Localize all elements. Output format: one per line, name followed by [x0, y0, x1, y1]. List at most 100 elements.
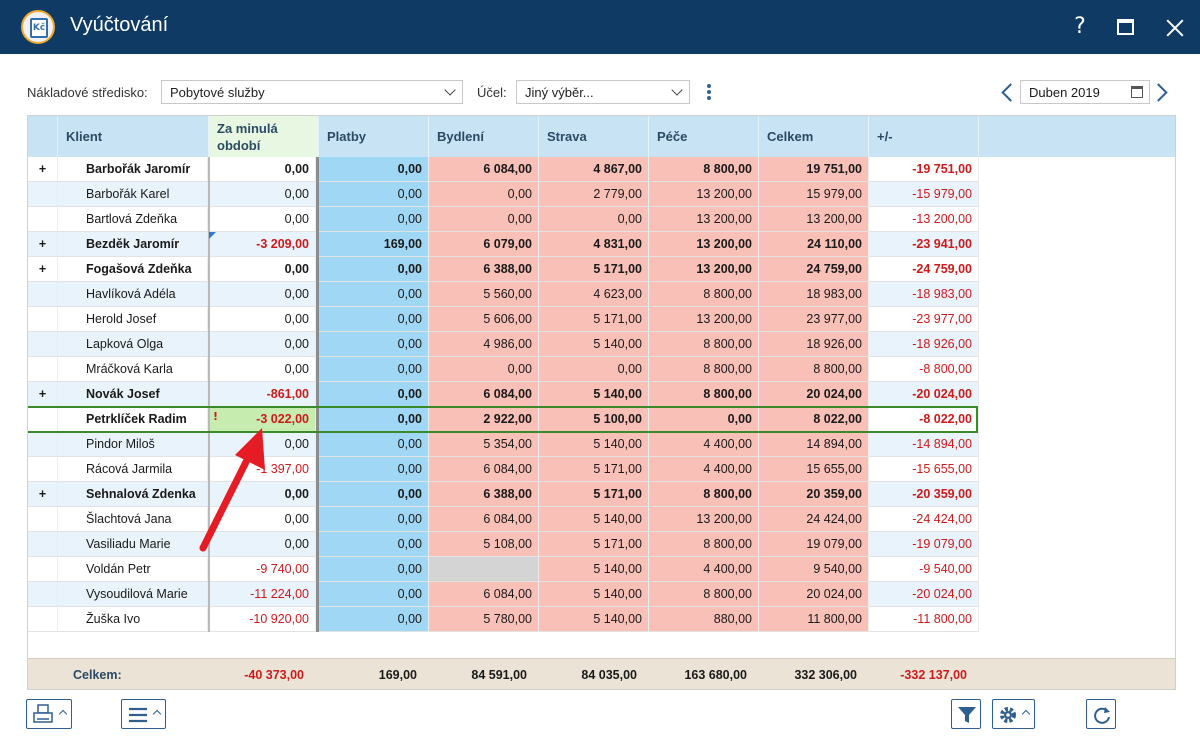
next-period-button[interactable] — [1152, 82, 1172, 102]
cost-center-select[interactable]: Pobytové služby — [161, 80, 463, 104]
cell-client-name: Petrklíček Radim — [58, 407, 208, 432]
header-filler — [979, 116, 1175, 157]
column-separator — [208, 157, 210, 632]
help-button[interactable]: ? — [1065, 12, 1095, 42]
refresh-button[interactable] — [1086, 699, 1116, 729]
column-header-total[interactable]: Celkem — [759, 116, 869, 157]
cell-care: 13 200,00 — [649, 182, 759, 207]
table-row[interactable]: + Fogašová Zdeňka 0,00 0,00 6 388,00 5 171,00… — [28, 257, 979, 282]
cost-center-value: Pobytové služby — [170, 85, 265, 100]
cell-total: 20 359,00 — [759, 482, 869, 507]
cell-client-name: Voldán Petr — [58, 557, 208, 582]
table-row[interactable]: Voldán Petr -9 740,00 0,00 5 140,00 4 400,00… — [28, 557, 979, 582]
period-field[interactable]: Duben 2019 — [1020, 80, 1150, 104]
cell-total: 15 979,00 — [759, 182, 869, 207]
table-row[interactable]: + Barbořák Jaromír 0,00 0,00 6 084,00 4 867,0… — [28, 157, 979, 182]
table-row[interactable]: Mráčková Karla 0,00 0,00 0,00 0,00 8 800,00 8 … — [28, 357, 979, 382]
table-row[interactable]: Žuška Ivo -10 920,00 0,00 5 780,00 5 140,00 8… — [28, 607, 979, 632]
cell-balance: -15 655,00 — [869, 457, 979, 482]
cell-balance: -19 079,00 — [869, 532, 979, 557]
table-row[interactable]: Šlachtová Jana 0,00 0,00 6 084,00 5 140,00 13… — [28, 507, 979, 532]
cell-previous: 0,00 — [209, 307, 316, 332]
totals-total: 332 306,00 — [794, 668, 857, 682]
table-row[interactable]: Rácová Jarmila -1 397,00 0,00 6 084,00 5 171… — [28, 457, 979, 482]
cell-housing: 5 108,00 — [429, 532, 539, 557]
cell-housing: 6 084,00 — [429, 382, 539, 407]
totals-food: 84 035,00 — [581, 668, 637, 682]
column-header-previous-periods[interactable]: Za minulá období — [209, 116, 319, 157]
cell-balance: -20 024,00 — [869, 382, 979, 407]
close-button[interactable] — [1160, 12, 1190, 42]
cell-client-name: Bartlová Zdeňka — [58, 207, 208, 232]
column-header-housing[interactable]: Bydlení — [429, 116, 539, 157]
table-row[interactable]: Havlíková Adéla 0,00 0,00 5 560,00 4 623,00 8… — [28, 282, 979, 307]
cell-care: 8 800,00 — [649, 382, 759, 407]
refresh-icon — [1094, 707, 1110, 724]
cell-balance: -8 022,00 — [869, 407, 979, 432]
table-row[interactable]: + Sehnalová Zdenka 0,00 0,00 6 388,00 5 171,0… — [28, 482, 979, 507]
cell-payments: 0,00 — [319, 382, 429, 407]
cell-total: 15 655,00 — [759, 457, 869, 482]
cell-balance: -11 800,00 — [869, 607, 979, 632]
menu-button[interactable] — [121, 699, 166, 729]
cell-housing: 6 084,00 — [429, 582, 539, 607]
expand-cell — [28, 182, 58, 207]
column-header-food[interactable]: Strava — [539, 116, 649, 157]
table-row[interactable]: Vysoudilová Marie -11 224,00 0,00 6 084,00 5… — [28, 582, 979, 607]
expand-cell — [28, 282, 58, 307]
cell-housing: 6 084,00 — [429, 507, 539, 532]
totals-previous: -40 373,00 — [244, 668, 304, 682]
cell-care: 8 800,00 — [649, 582, 759, 607]
table-row[interactable]: Lapková Olga 0,00 0,00 4 986,00 5 140,00 8 80… — [28, 332, 979, 357]
table-row[interactable]: Barbořák Karel 0,00 0,00 0,00 2 779,00 13 200… — [28, 182, 979, 207]
cell-payments: 0,00 — [319, 457, 429, 482]
column-header-care[interactable]: Péče — [649, 116, 759, 157]
settings-button[interactable] — [992, 699, 1035, 729]
cell-total: 19 079,00 — [759, 532, 869, 557]
cell-payments: 0,00 — [319, 482, 429, 507]
previous-period-button[interactable] — [998, 82, 1018, 102]
warning-flag-icon: ! — [213, 410, 219, 423]
cell-total: 9 540,00 — [759, 557, 869, 582]
cell-previous: -9 740,00 — [209, 557, 316, 582]
expand-row-icon[interactable]: + — [28, 382, 58, 407]
cell-housing: 5 560,00 — [429, 282, 539, 307]
table-row[interactable]: Pindor Miloš 0,00 0,00 5 354,00 5 140,00 4 40… — [28, 432, 979, 457]
column-header-balance[interactable]: +/- — [869, 116, 979, 157]
print-button[interactable] — [26, 699, 72, 729]
table-row[interactable]: Bartlová Zdeňka 0,00 0,00 0,00 0,00 13 200,00… — [28, 207, 979, 232]
cell-payments: 0,00 — [319, 307, 429, 332]
cell-previous: 0,00 — [209, 282, 316, 307]
expand-row-icon[interactable]: + — [28, 232, 58, 257]
more-options-icon[interactable] — [706, 83, 712, 101]
table-row[interactable]: Petrklíček Radim -3 022,00 0,00 2 922,00 5 1… — [28, 407, 979, 432]
table-row[interactable]: + Bezděk Jaromír -3 209,00 169,00 6 079,00 4 … — [28, 232, 979, 257]
cell-housing: 5 354,00 — [429, 432, 539, 457]
calendar-icon[interactable] — [1131, 86, 1143, 98]
purpose-select[interactable]: Jiný výběr... — [516, 80, 690, 104]
cell-balance: -24 759,00 — [869, 257, 979, 282]
column-header-client[interactable]: Klient — [58, 116, 209, 157]
cell-client-name: Novák Josef — [58, 382, 208, 407]
expand-cell — [28, 307, 58, 332]
table-row[interactable]: + Novák Josef -861,00 0,00 6 084,00 5 140,00 8… — [28, 382, 979, 407]
expand-row-icon[interactable]: + — [28, 257, 58, 282]
table-row[interactable]: Vasiliadu Marie 0,00 0,00 5 108,00 5 171,00 8… — [28, 532, 979, 557]
cell-client-name: Rácová Jarmila — [58, 457, 208, 482]
table-row[interactable]: Herold Josef 0,00 0,00 5 606,00 5 171,00 13 2… — [28, 307, 979, 332]
expand-row-icon[interactable]: + — [28, 157, 58, 182]
cell-care: 4 400,00 — [649, 432, 759, 457]
maximize-button[interactable] — [1111, 12, 1141, 42]
cell-total: 24 110,00 — [759, 232, 869, 257]
filter-button[interactable] — [951, 699, 981, 729]
cell-previous: 0,00 — [209, 157, 316, 182]
cell-client-name: Fogašová Zdeňka — [58, 257, 208, 282]
cell-food: 5 140,00 — [539, 507, 649, 532]
cell-payments: 0,00 — [319, 332, 429, 357]
cell-client-name: Pindor Miloš — [58, 432, 208, 457]
expand-row-icon[interactable]: + — [28, 482, 58, 507]
column-header-payments[interactable]: Platby — [319, 116, 429, 157]
cell-total: 8 022,00 — [759, 407, 869, 432]
cell-payments: 0,00 — [319, 557, 429, 582]
header-expand — [28, 116, 58, 157]
